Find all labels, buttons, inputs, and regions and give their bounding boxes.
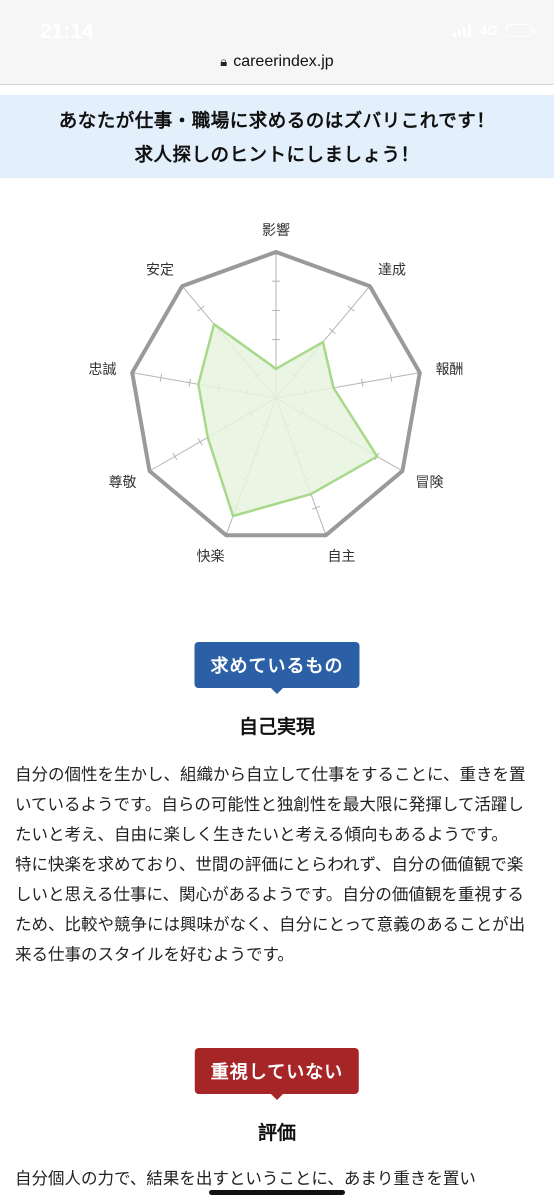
radar-axis-label: 安定 <box>146 262 174 278</box>
radar-axis-label: 尊敬 <box>109 474 137 491</box>
radar-tick <box>361 378 364 387</box>
home-indicator <box>209 1190 345 1195</box>
url-text: careerindex.jp <box>233 53 334 70</box>
wanted-title: 自己実現 <box>238 716 315 738</box>
radar-axis-label: 冒険 <box>415 475 443 491</box>
radar-tick <box>172 452 178 461</box>
wanted-description: 自分の個性を生かし、組織から自立して仕事をすることに、重きを置いているようです。… <box>15 760 539 970</box>
intro-banner: あなたが仕事・職場に求めるのはズバリこれです！ 求人探しのヒントにしましょう！ <box>0 95 554 178</box>
not-valued-label-pointer <box>268 1091 286 1100</box>
wanted-label: 求めているもの <box>194 642 360 688</box>
not-valued-title: 評価 <box>257 1122 296 1144</box>
wanted-paragraph-2: 特に快楽を求めており、世間の評価にとらわれず、自分の価値観で楽しいと思える仕事に… <box>15 855 526 964</box>
radar-tick <box>389 373 393 382</box>
wanted-label-pointer <box>268 685 286 694</box>
banner-line-2: 求人探しのヒントにしましょう！ <box>134 144 420 166</box>
battery-icon <box>506 23 535 37</box>
radar-axis-label: 報酬 <box>435 362 463 378</box>
radar-data-area <box>197 322 379 518</box>
signal-icon <box>453 23 472 37</box>
radar-tick <box>159 373 163 382</box>
radar-axis-label: 快楽 <box>197 549 225 565</box>
wanted-paragraph-1: 自分の個性を生かし、組織から自立して仕事をすることに、重きを置いているようです。… <box>15 765 526 844</box>
radar-tick <box>197 438 203 446</box>
radar-axis-label: 忠誠 <box>89 362 117 378</box>
radar-axis-label: 自主 <box>327 549 355 565</box>
radar-axis-label: 達成 <box>378 262 406 278</box>
lock-icon: 🔒︎ <box>220 54 228 70</box>
network-label: 4G <box>479 22 498 38</box>
radar-axis-label: 影響 <box>262 222 290 239</box>
not-valued-label: 重視していない <box>194 1048 360 1094</box>
banner-line-1: あなたが仕事・職場に求めるのはズバリこれです！ <box>58 110 496 132</box>
status-icons: 4G <box>453 22 535 38</box>
radar-chart: 影響達成報酬冒険自主 快楽 尊敬 忠誠 安定 <box>89 222 464 565</box>
radar-tick <box>188 378 191 387</box>
address-bar[interactable]: 🔒︎ careerindex.jp <box>0 40 554 85</box>
